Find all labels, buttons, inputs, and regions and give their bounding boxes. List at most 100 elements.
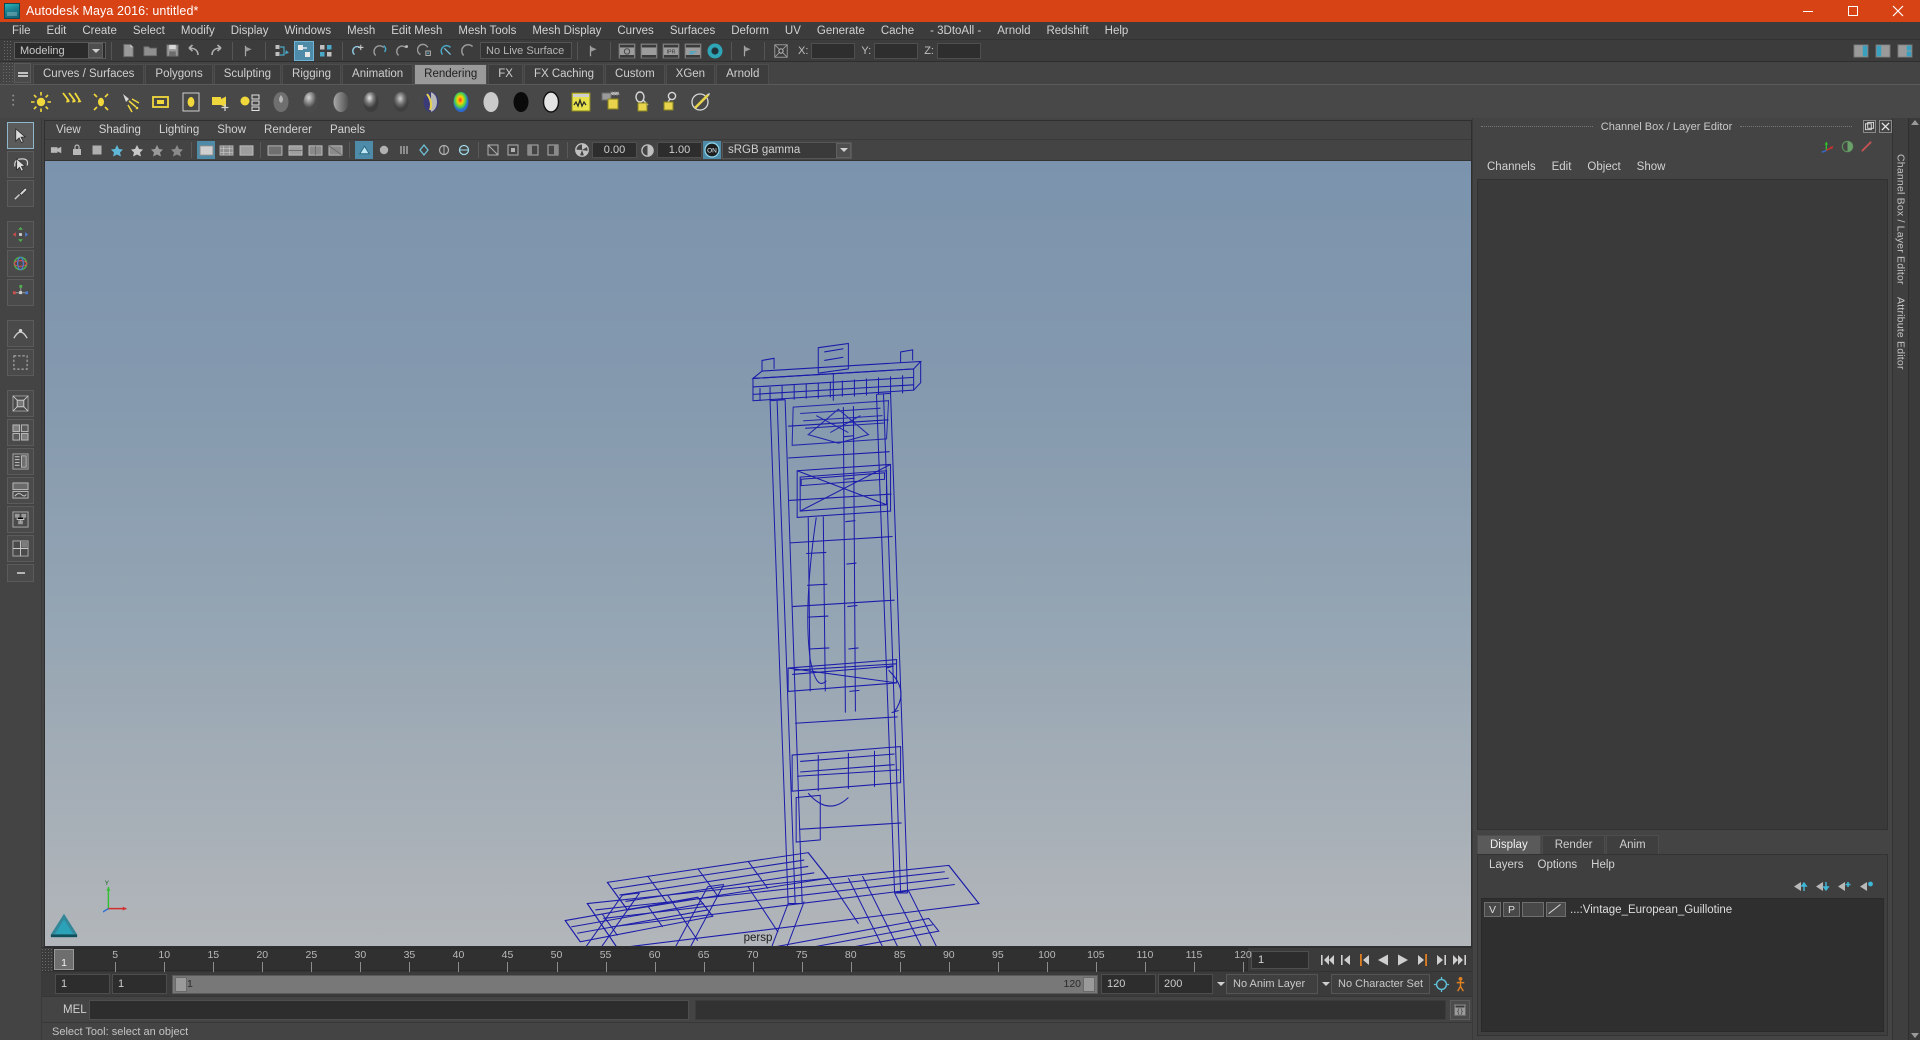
new-layer-icon[interactable] [1833,877,1855,895]
close-button[interactable] [1875,0,1920,22]
command-input[interactable] [89,999,689,1020]
shelf-tab-fx-caching[interactable]: FX Caching [523,64,605,84]
hypershade-icon[interactable] [566,87,596,117]
menu-arnold[interactable]: Arnold [989,22,1038,40]
layer-color-swatch[interactable] [1546,902,1566,917]
menu-select[interactable]: Select [125,22,173,40]
viewport-menu-renderer[interactable]: Renderer [255,121,321,140]
menu-display[interactable]: Display [223,22,277,40]
bookmark-icon[interactable] [108,141,126,159]
two-sided-lighting-icon[interactable] [148,141,166,159]
output-channels-icon[interactable] [1857,136,1876,156]
snap-to-projected-center-icon[interactable] [415,41,435,61]
open-scene-icon[interactable] [140,41,160,61]
paint-select-tool[interactable] [7,180,34,207]
menu-modify[interactable]: Modify [173,22,223,40]
menu-redshift[interactable]: Redshift [1038,22,1096,40]
film-gate-icon[interactable] [217,141,235,159]
step-forward-keyframe-icon[interactable] [1431,950,1450,970]
move-layer-up-icon[interactable] [1789,877,1811,895]
smooth-shade-selected-icon[interactable] [306,141,324,159]
pivot-icon[interactable] [738,41,758,61]
shelf-tab-sculpting[interactable]: Sculpting [213,64,282,84]
layered-shader-icon[interactable] [416,87,446,117]
shelf-menu-button[interactable] [14,63,31,83]
gamma-input[interactable]: 1.00 [657,142,702,158]
construction-history-icon[interactable] [584,41,604,61]
shelf-options-button[interactable] [4,85,26,119]
shelf-tab-arnold[interactable]: Arnold [716,64,770,84]
viewport-menu-show[interactable]: Show [208,121,255,140]
frame-all-icon[interactable] [504,141,522,159]
menu-mesh-tools[interactable]: Mesh Tools [450,22,524,40]
go-to-start-icon[interactable] [1317,950,1336,970]
select-component-icon[interactable] [316,41,336,61]
live-surface-field[interactable]: No Live Surface [480,42,572,59]
viewport-menu-panels[interactable]: Panels [321,121,374,140]
move-tool[interactable] [7,221,34,248]
ao-toggle-icon[interactable] [415,141,433,159]
undock-icon[interactable] [1863,120,1876,133]
select-tool[interactable] [7,122,34,149]
shelf-tab-custom[interactable]: Custom [605,64,665,84]
time-slider-grip[interactable] [42,948,53,971]
channel-menu-edit[interactable]: Edit [1544,157,1580,177]
snap-to-view-plane-icon[interactable] [437,41,457,61]
new-layer-from-selected-icon[interactable] [1855,877,1877,895]
toggle-panel2-icon[interactable] [544,141,562,159]
rotate-tool[interactable] [7,250,34,277]
soft-modification-tool[interactable] [7,320,34,347]
script-editor-icon[interactable]: {} [1450,999,1470,1020]
layer-list[interactable]: V P ...:Vintage_European_Guillotine [1481,898,1884,1032]
wireframe-shading-icon[interactable] [266,141,284,159]
channel-menu-object[interactable]: Object [1579,157,1628,177]
layer-visibility-toggle[interactable]: V [1484,902,1501,917]
step-back-keyframe-icon[interactable] [1336,950,1355,970]
layout-more-icon[interactable] [7,564,34,582]
snap-to-point-icon[interactable] [393,41,413,61]
layout-persp-uv-icon[interactable] [7,535,34,562]
lasso-select-tool[interactable] [7,151,34,178]
go-to-end-icon[interactable] [1450,950,1469,970]
channel-menu-channels[interactable]: Channels [1479,157,1544,177]
ramp-shader-icon[interactable] [446,87,476,117]
surface-shader-icon[interactable] [476,87,506,117]
layer-row[interactable]: V P ...:Vintage_European_Guillotine [1482,901,1883,918]
animation-preferences-icon[interactable] [1451,974,1470,994]
menu-windows[interactable]: Windows [276,22,339,40]
layer-playback-toggle[interactable]: P [1503,902,1520,917]
phong-shader-icon[interactable] [356,87,386,117]
range-start-input[interactable]: 1 [112,974,167,994]
menu-deform[interactable]: Deform [723,22,777,40]
grid-toggle-icon[interactable] [197,141,215,159]
toggle-channel-box-icon[interactable] [1895,41,1915,61]
create-render-node-icon[interactable] [656,87,686,117]
smooth-shade-all-icon[interactable] [286,141,304,159]
color-profile-selector[interactable]: sRGB gamma [722,141,852,159]
shelf-tab-curves-surfaces[interactable]: Curves / Surfaces [33,64,145,84]
layout-four-view-icon[interactable] [7,419,34,446]
paint-effects-icon[interactable] [686,87,716,117]
menu-surfaces[interactable]: Surfaces [662,22,723,40]
new-scene-icon[interactable] [118,41,138,61]
use-background-icon[interactable] [506,87,536,117]
redo-icon[interactable] [206,41,226,61]
z-coordinate-input[interactable] [936,42,981,59]
menu-mesh[interactable]: Mesh [339,22,383,40]
current-time-marker[interactable]: 1 [54,949,74,970]
x-coordinate-input[interactable] [811,42,856,59]
viewport-menu-view[interactable]: View [47,121,90,140]
character-set-selector[interactable]: No Character Set [1331,974,1430,994]
exposure-input[interactable]: 0.00 [592,142,637,158]
scroll-down-icon[interactable] [1910,1033,1919,1038]
undo-icon[interactable] [184,41,204,61]
menu-curves[interactable]: Curves [609,22,661,40]
snap-to-curve-icon[interactable] [371,41,391,61]
save-scene-icon[interactable] [162,41,182,61]
render-current-frame-icon[interactable] [705,41,725,61]
menu-set-selector[interactable]: Modeling [14,42,106,59]
range-end-input[interactable]: 120 [1101,974,1157,994]
ambient-light-icon[interactable] [26,87,56,117]
ipr-render-icon[interactable]: IPR [661,41,681,61]
anisotropic-shader-icon[interactable] [266,87,296,117]
